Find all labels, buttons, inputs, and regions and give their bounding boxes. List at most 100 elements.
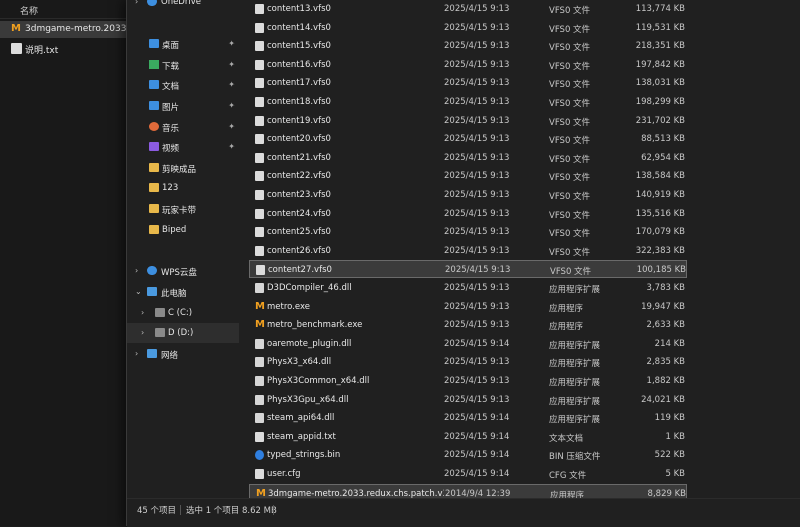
- nav-item-label: OneDrive: [161, 0, 201, 7]
- file-type: VFS0 文件: [549, 192, 591, 202]
- file-date-modified: 2025/4/15 9:13: [444, 97, 510, 107]
- nav-item[interactable]: › 网络: [127, 344, 239, 364]
- file-name: content16.vfs0: [267, 59, 331, 70]
- chevron-right-icon[interactable]: ›: [135, 0, 138, 6]
- file-row[interactable]: steam_appid.txt 2025/4/15 9:14 文本文档 1 KB: [249, 428, 687, 446]
- file-type: VFS0 文件: [549, 117, 591, 128]
- file-type: VFS0 文件: [549, 229, 591, 240]
- chevron-right-icon[interactable]: ›: [141, 308, 144, 317]
- file-row[interactable]: content20.vfs0 2025/4/15 9:13 VFS0 文件 88,51…: [249, 130, 687, 148]
- file-row[interactable]: PhysX3_x64.dll 2025/4/15 9:13 应用程序扩展 2,835 …: [249, 353, 687, 371]
- nav-item-label: 图片: [162, 103, 180, 113]
- nav-item[interactable]: Biped: [127, 220, 239, 240]
- file-row[interactable]: PhysX3Common_x64.dll 2025/4/15 9:13 应用程序扩展…: [249, 372, 687, 390]
- background-file-item[interactable]: 说明.txt: [0, 40, 130, 57]
- document-icon: [149, 80, 159, 89]
- chevron-right-icon[interactable]: ›: [141, 328, 144, 337]
- nav-item[interactable]: › OneDrive: [127, 0, 239, 12]
- file-type: VFS0 文件: [549, 136, 591, 147]
- file-size: 140,919 KB: [635, 190, 685, 200]
- chevron-right-icon[interactable]: ›: [135, 266, 138, 275]
- file-row[interactable]: content25.vfs0 2025/4/15 9:13 VFS0 文件 170,0…: [249, 223, 687, 241]
- file-name: steam_appid.txt: [267, 431, 336, 442]
- file-icon: [255, 59, 264, 70]
- file-date-modified: 2025/4/15 9:14: [444, 338, 510, 349]
- nav-item[interactable]: › WPS云盘: [127, 261, 239, 281]
- file-name: content20.vfs0: [267, 134, 331, 145]
- file-row[interactable]: content17.vfs0 2025/4/15 9:13 VFS0 文件 138,0…: [249, 74, 687, 92]
- file-size: 138,584 KB: [635, 171, 685, 182]
- item-count: 45 个项目: [137, 506, 177, 516]
- file-row[interactable]: content18.vfs0 2025/4/15 9:13 VFS0 文件 198,2…: [249, 93, 687, 111]
- name-column-label: 名称: [20, 7, 39, 17]
- file-name: user.cfg: [267, 469, 301, 479]
- file-row[interactable]: content16.vfs0 2025/4/15 9:13 VFS0 文件 197,8…: [249, 56, 687, 74]
- file-icon: [255, 190, 264, 200]
- nav-item[interactable]: ⌄ 此电脑: [127, 282, 239, 302]
- file-size: 1,882 KB: [646, 376, 685, 386]
- file-row[interactable]: content23.vfs0 2025/4/15 9:13 VFS0 文件 140,9…: [249, 186, 687, 204]
- nav-item[interactable]: 剪映成品: [127, 158, 239, 178]
- file-name: steam_api64.dll: [267, 413, 335, 424]
- background-file-item[interactable]: M 3dmgame-metro.2033.redux: [0, 21, 130, 38]
- nav-item[interactable]: 下载 ✦: [127, 55, 239, 75]
- file-date-modified: 2025/4/15 9:13: [444, 171, 510, 182]
- nav-item[interactable]: 图片 ✦: [127, 96, 239, 116]
- file-name: content26.vfs0: [267, 245, 331, 256]
- file-date-modified: 2025/4/15 9:13: [444, 208, 510, 219]
- drive-icon: [155, 328, 165, 337]
- nav-item[interactable]: › D (D:): [127, 323, 239, 343]
- file-row[interactable]: content27.vfs0 2025/4/15 9:13 VFS0 文件 100,1…: [249, 260, 687, 279]
- folder-icon: [149, 163, 159, 172]
- status-divider: [180, 505, 181, 515]
- file-row[interactable]: oaremote_plugin.dll 2025/4/15 9:14 应用程序扩展 2…: [249, 335, 687, 353]
- name-column-header[interactable]: 名称: [0, 0, 130, 19]
- file-row[interactable]: content13.vfs0 2025/4/15 9:13 VFS0 文件 113,7…: [249, 0, 687, 18]
- nav-item-label: 视频: [162, 144, 180, 154]
- file-name: 3dmgame-metro.2033.redux: [25, 24, 130, 34]
- file-name: typed_strings.bin: [267, 450, 341, 461]
- nav-item-label: 玩家卡带: [162, 206, 197, 216]
- chevron-right-icon[interactable]: ›: [135, 349, 138, 358]
- file-row[interactable]: content19.vfs0 2025/4/15 9:13 VFS0 文件 231,7…: [249, 112, 687, 130]
- file-row[interactable]: PhysX3Gpu_x64.dll 2025/4/15 9:13 应用程序扩展 24,…: [249, 391, 687, 409]
- nav-item[interactable]: 视频 ✦: [127, 137, 239, 157]
- file-name: metro_benchmark.exe: [267, 320, 363, 331]
- nav-item[interactable]: 音乐 ✦: [127, 117, 239, 137]
- file-type: VFS0 文件: [549, 43, 591, 54]
- file-row[interactable]: steam_api64.dll 2025/4/15 9:14 应用程序扩展 119 K…: [249, 409, 687, 427]
- file-row[interactable]: content14.vfs0 2025/4/15 9:13 VFS0 文件 119,5…: [249, 19, 687, 37]
- file-row[interactable]: content15.vfs0 2025/4/15 9:13 VFS0 文件 218,3…: [249, 37, 687, 55]
- chevron-down-icon[interactable]: ⌄: [135, 287, 142, 296]
- file-row[interactable]: content24.vfs0 2025/4/15 9:13 VFS0 文件 135,5…: [249, 205, 687, 223]
- nav-item[interactable]: › C (C:): [127, 303, 239, 323]
- file-size: 197,842 KB: [635, 59, 685, 70]
- file-name: content27.vfs0: [268, 265, 332, 276]
- file-row[interactable]: content21.vfs0 2025/4/15 9:13 VFS0 文件 62,95…: [249, 149, 687, 167]
- nav-item[interactable]: 桌面 ✦: [127, 34, 239, 54]
- file-name: PhysX3Common_x64.dll: [267, 376, 370, 386]
- file-row[interactable]: user.cfg 2025/4/15 9:14 CFG 文件 5 KB: [249, 465, 687, 483]
- file-date-modified: 2025/4/15 9:14: [444, 431, 510, 442]
- file-date-modified: 2025/4/15 9:13: [444, 357, 510, 368]
- file-icon: [255, 41, 264, 52]
- file-row[interactable]: content22.vfs0 2025/4/15 9:13 VFS0 文件 138,5…: [249, 167, 687, 185]
- file-type: VFS0 文件: [549, 61, 591, 72]
- file-row[interactable]: content26.vfs0 2025/4/15 9:13 VFS0 文件 322,3…: [249, 242, 687, 260]
- file-row[interactable]: D3DCompiler_46.dll 2025/4/15 9:13 应用程序扩展 3,…: [249, 279, 687, 297]
- file-size: 119 KB: [654, 413, 685, 424]
- file-type: VFS0 文件: [549, 24, 591, 35]
- file-row[interactable]: typed_strings.bin 2025/4/15 9:14 BIN 压缩文件 5…: [249, 446, 687, 464]
- file-row[interactable]: Mmetro.exe 2025/4/15 9:13 应用程序 19,947 KB: [249, 298, 687, 316]
- file-name: content19.vfs0: [267, 115, 331, 126]
- download-icon: [149, 60, 159, 69]
- file-date-modified: 2025/4/15 9:13: [445, 265, 511, 276]
- file-date-modified: 2025/4/15 9:13: [444, 190, 510, 200]
- nav-item[interactable]: 玩家卡带: [127, 199, 239, 219]
- file-list: content13.vfs0 2025/4/15 9:13 VFS0 文件 113,7…: [249, 0, 789, 502]
- nav-item[interactable]: 文档 ✦: [127, 75, 239, 95]
- pictures-icon: [149, 101, 159, 110]
- file-row[interactable]: Mmetro_benchmark.exe 2025/4/15 9:13 应用程序 2,…: [249, 316, 687, 334]
- file-size: 3,783 KB: [646, 283, 685, 293]
- nav-item[interactable]: 123: [127, 178, 239, 198]
